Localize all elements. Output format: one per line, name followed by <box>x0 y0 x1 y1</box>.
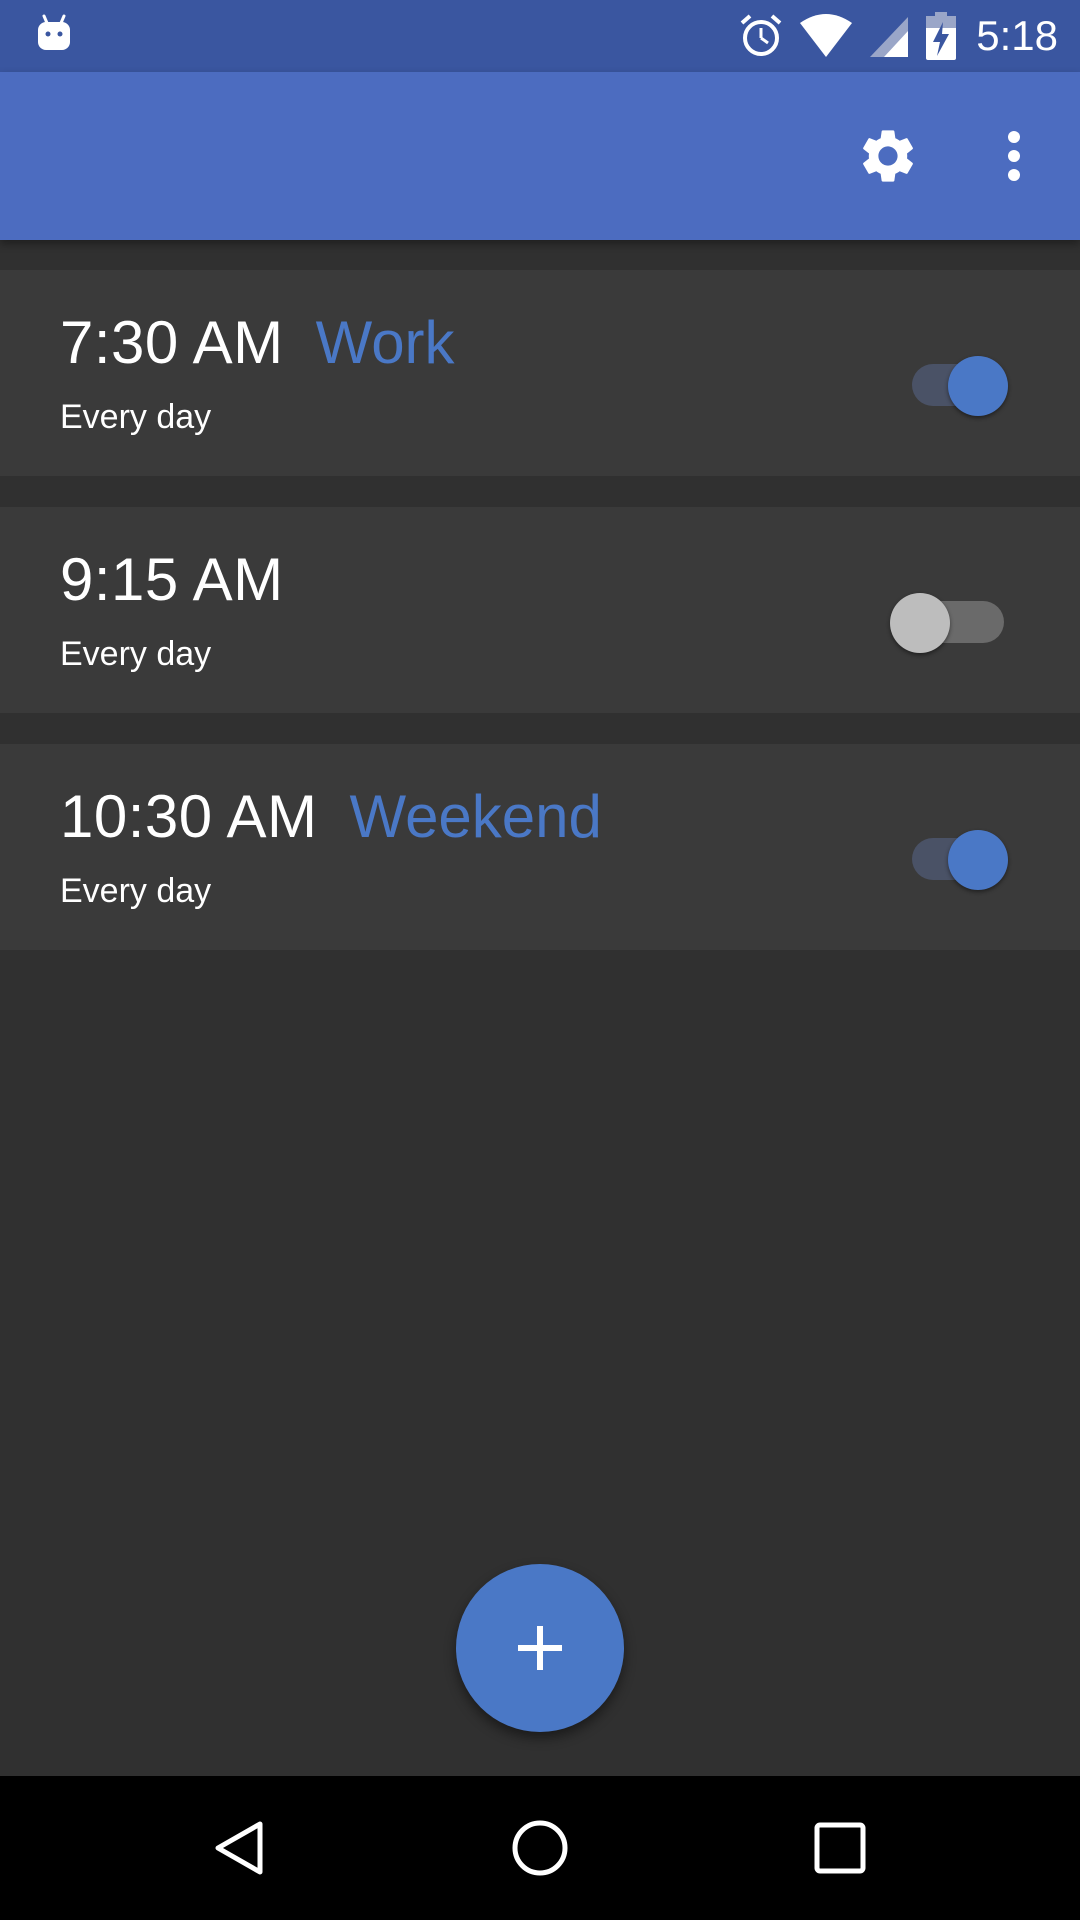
add-alarm-button[interactable] <box>456 1564 624 1732</box>
alarm-time: 9:15 AM <box>60 546 284 613</box>
alarm-time: 7:30 AM <box>60 309 284 376</box>
alarm-time-row: 7:30 AM Work <box>60 308 455 377</box>
wifi-icon <box>800 14 853 57</box>
app-bar <box>0 72 1080 240</box>
navigation-bar <box>0 1776 1080 1920</box>
home-button[interactable] <box>504 1812 576 1884</box>
status-icons: 5:18 <box>738 0 1058 72</box>
alarm-clock-icon <box>740 14 782 56</box>
settings-button[interactable] <box>852 120 924 192</box>
status-time: 5:18 <box>976 12 1058 59</box>
cell-signal-icon <box>870 17 909 57</box>
alarm-toggle[interactable] <box>888 587 1012 653</box>
battery-charging-icon <box>926 12 957 60</box>
more-vert-icon <box>1008 131 1020 181</box>
settings-gear-icon <box>863 130 913 182</box>
android-robot-icon <box>38 14 70 50</box>
alarm-item[interactable]: 9:15 AM Every day <box>0 507 1080 713</box>
alarm-time-row: 9:15 AM <box>60 545 284 614</box>
status-bar: 5:18 <box>0 0 1080 72</box>
toggle-thumb <box>948 356 1008 416</box>
alarm-repeat: Every day <box>60 635 212 673</box>
alarm-toggle[interactable] <box>888 824 1012 890</box>
alarm-list: 7:30 AM Work Every day 9:15 AM Every day… <box>0 270 1080 981</box>
alarm-time: 10:30 AM <box>60 783 318 850</box>
alarm-label: Weekend <box>349 783 602 850</box>
alarm-item[interactable]: 7:30 AM Work Every day <box>0 270 1080 476</box>
toggle-thumb <box>890 593 950 653</box>
home-icon <box>512 1820 568 1876</box>
more-options-button[interactable] <box>990 120 1038 192</box>
toggle-thumb <box>948 830 1008 890</box>
add-icon <box>518 1626 562 1670</box>
back-button[interactable] <box>204 1812 276 1884</box>
alarm-label: Work <box>315 309 455 376</box>
back-icon <box>215 1821 263 1875</box>
alarm-repeat: Every day <box>60 872 212 910</box>
alarm-time-row: 10:30 AM Weekend <box>60 782 602 851</box>
alarm-item[interactable]: 10:30 AM Weekend Every day <box>0 744 1080 950</box>
alarm-toggle[interactable] <box>888 350 1012 416</box>
alarm-repeat: Every day <box>60 398 212 436</box>
recents-button[interactable] <box>804 1812 876 1884</box>
recents-icon <box>814 1822 866 1874</box>
